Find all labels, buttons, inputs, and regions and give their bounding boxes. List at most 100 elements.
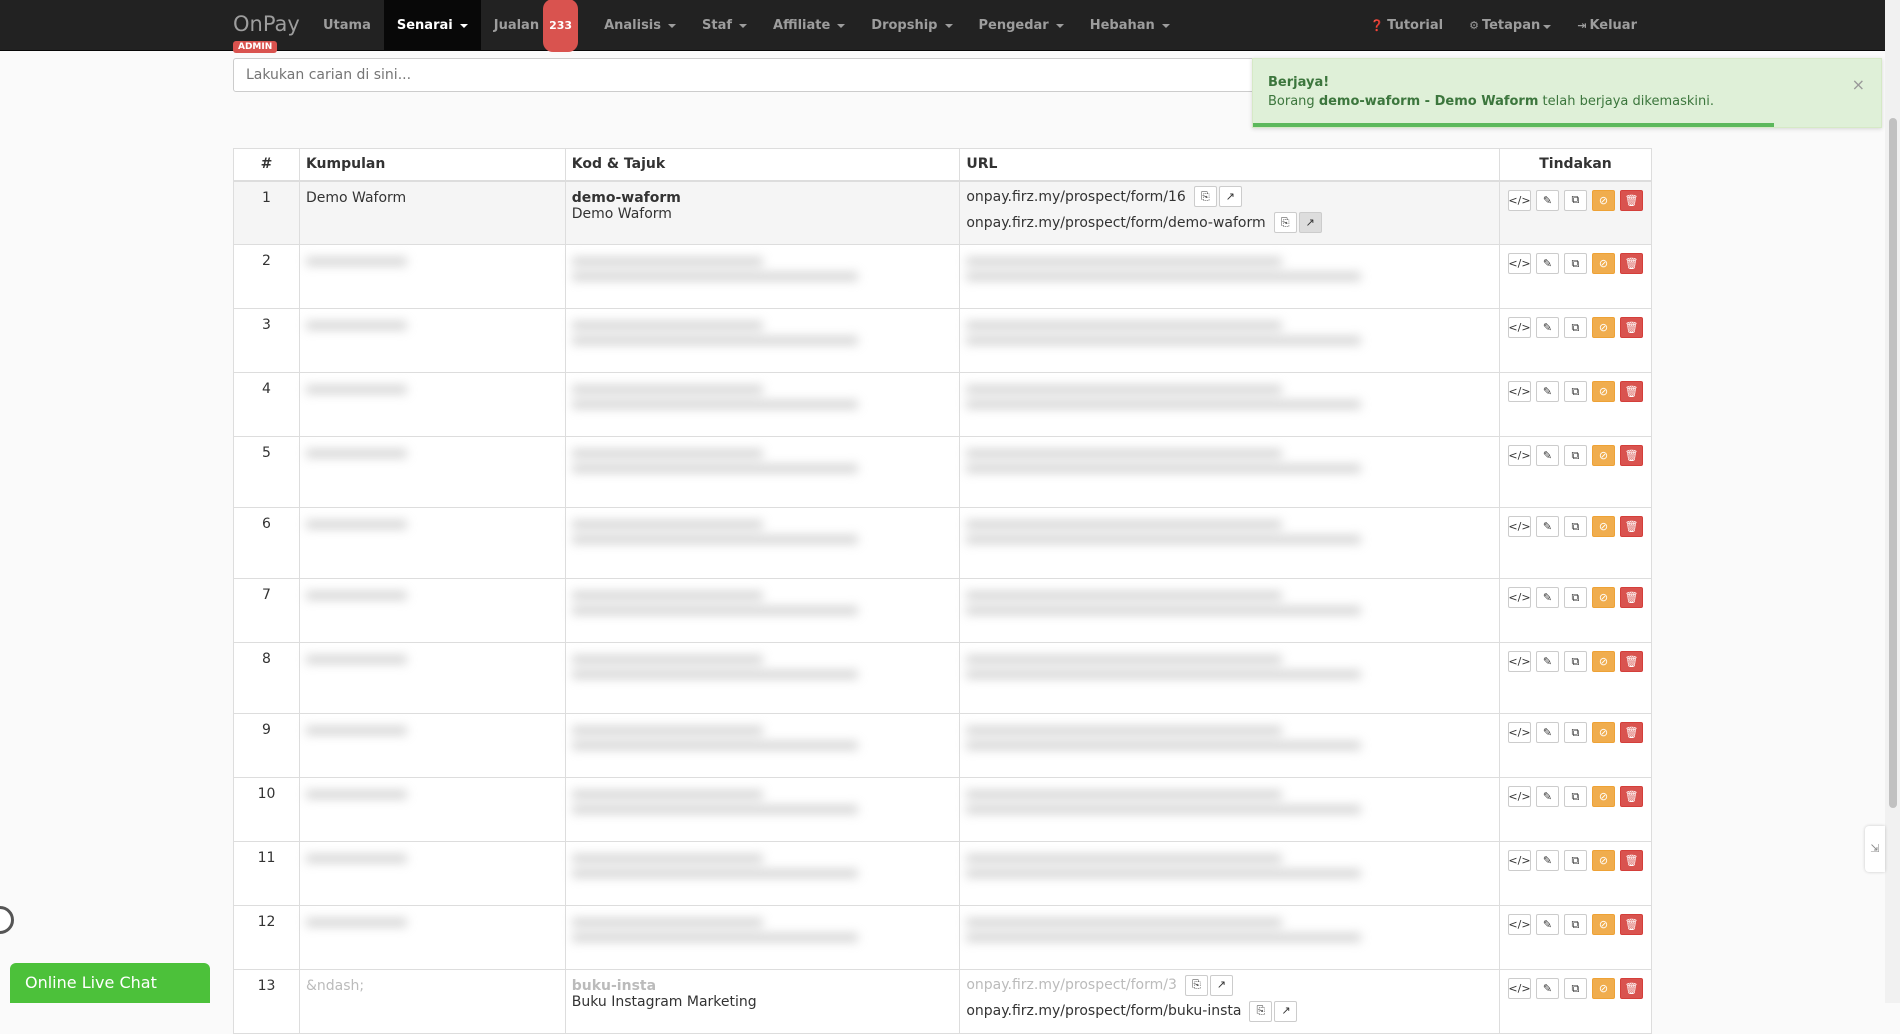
embed-code-icon[interactable]: </> <box>1507 786 1531 807</box>
trash-icon[interactable]: 🗑 <box>1619 850 1643 871</box>
brand-logo[interactable]: OnPay <box>233 12 300 36</box>
embed-code-icon[interactable]: </> <box>1507 651 1531 672</box>
side-tab-icon[interactable]: ⇲ <box>1865 826 1885 872</box>
copy-icon[interactable]: ⎘ <box>1249 1000 1273 1022</box>
edit-icon[interactable]: ✎ <box>1535 651 1559 672</box>
embed-code-icon[interactable]: </> <box>1507 587 1531 608</box>
copy-icon[interactable]: ⎘ <box>1193 186 1217 207</box>
duplicate-icon[interactable]: ⧉ <box>1563 978 1587 999</box>
edit-icon[interactable]: ✎ <box>1535 516 1559 537</box>
nav-item-utama[interactable]: Utama <box>310 0 384 51</box>
embed-code-icon[interactable]: </> <box>1507 722 1531 743</box>
form-url[interactable]: onpay.firz.my/prospect/form/demo-waform <box>966 215 1265 231</box>
nav-item-jualan[interactable]: Jualan 233 <box>481 0 591 52</box>
trash-icon[interactable]: 🗑 <box>1619 722 1643 743</box>
disable-icon[interactable]: ⊘ <box>1591 651 1615 672</box>
embed-code-icon[interactable]: </> <box>1507 850 1531 871</box>
embed-code-icon[interactable]: </> <box>1507 381 1531 402</box>
copy-icon[interactable]: ⎘ <box>1184 974 1208 996</box>
scrollbar[interactable] <box>1885 0 1900 1003</box>
disable-icon[interactable]: ⊘ <box>1591 850 1615 871</box>
disable-icon[interactable]: ⊘ <box>1591 914 1615 935</box>
nav-item-analisis[interactable]: Analisis <box>591 0 689 51</box>
duplicate-icon[interactable]: ⧉ <box>1563 786 1587 807</box>
nav-item-staf[interactable]: Staf <box>689 0 760 51</box>
embed-code-icon[interactable]: </> <box>1507 189 1531 211</box>
nav-item-tetapan[interactable]: ⚙ Tetapan <box>1456 0 1564 51</box>
duplicate-icon[interactable]: ⧉ <box>1563 651 1587 672</box>
duplicate-icon[interactable]: ⧉ <box>1563 189 1587 211</box>
form-url[interactable]: onpay.firz.my/prospect/form/buku-insta <box>966 1003 1241 1019</box>
external-link-icon[interactable]: ↗ <box>1274 1000 1298 1022</box>
redacted-content <box>571 918 954 942</box>
duplicate-icon[interactable]: ⧉ <box>1563 253 1587 274</box>
nav-item-tutorial[interactable]: ❓ Tutorial <box>1357 0 1456 51</box>
trash-icon[interactable]: 🗑 <box>1619 317 1643 338</box>
trash-icon[interactable]: 🗑 <box>1619 445 1643 466</box>
disable-icon[interactable]: ⊘ <box>1591 516 1615 537</box>
close-icon[interactable]: × <box>1852 75 1865 94</box>
trash-icon[interactable]: 🗑 <box>1619 253 1643 274</box>
disable-icon[interactable]: ⊘ <box>1591 445 1615 466</box>
nav-item-keluar[interactable]: ⇥ Keluar <box>1564 0 1650 51</box>
nav-item-dropship[interactable]: Dropship <box>858 0 965 51</box>
trash-icon[interactable]: 🗑 <box>1619 914 1643 935</box>
external-link-icon[interactable]: ↗ <box>1218 186 1242 207</box>
embed-code-icon[interactable]: </> <box>1507 978 1531 999</box>
embed-code-icon[interactable]: </> <box>1507 445 1531 466</box>
disable-icon[interactable]: ⊘ <box>1591 189 1615 211</box>
trash-icon[interactable]: 🗑 <box>1619 786 1643 807</box>
caret-down-icon <box>1161 23 1170 28</box>
copy-icon[interactable]: ⎘ <box>1273 212 1297 233</box>
duplicate-icon[interactable]: ⧉ <box>1563 850 1587 871</box>
embed-code-icon[interactable]: </> <box>1507 317 1531 338</box>
edit-icon[interactable]: ✎ <box>1535 914 1559 935</box>
duplicate-icon[interactable]: ⧉ <box>1563 516 1587 537</box>
edit-icon[interactable]: ✎ <box>1535 722 1559 743</box>
disable-icon[interactable]: ⊘ <box>1591 381 1615 402</box>
embed-code-icon[interactable]: </> <box>1507 253 1531 274</box>
nav-item-affiliate[interactable]: Affiliate <box>760 0 858 51</box>
trash-icon[interactable]: 🗑 <box>1619 516 1643 537</box>
nav-item-hebahan[interactable]: Hebahan <box>1077 0 1183 51</box>
disable-icon[interactable]: ⊘ <box>1591 253 1615 274</box>
duplicate-icon[interactable]: ⧉ <box>1563 317 1587 338</box>
disable-icon[interactable]: ⊘ <box>1591 978 1615 999</box>
row-number: 9 <box>233 713 300 778</box>
form-url[interactable]: onpay.firz.my/prospect/form/3 <box>966 977 1177 993</box>
duplicate-icon[interactable]: ⧉ <box>1563 587 1587 608</box>
form-url[interactable]: onpay.firz.my/prospect/form/16 <box>966 189 1185 205</box>
duplicate-icon[interactable]: ⧉ <box>1563 381 1587 402</box>
edit-icon[interactable]: ✎ <box>1535 189 1559 211</box>
trash-icon[interactable]: 🗑 <box>1619 381 1643 402</box>
trash-icon[interactable]: 🗑 <box>1619 189 1643 211</box>
trash-icon[interactable]: 🗑 <box>1619 651 1643 672</box>
external-link-icon[interactable]: ↗ <box>1209 974 1233 996</box>
edit-icon[interactable]: ✎ <box>1535 978 1559 999</box>
embed-code-icon[interactable]: </> <box>1507 516 1531 537</box>
duplicate-icon[interactable]: ⧉ <box>1563 914 1587 935</box>
disable-icon[interactable]: ⊘ <box>1591 722 1615 743</box>
nav-item-senarai[interactable]: Senarai <box>383 0 481 51</box>
edit-icon[interactable]: ✎ <box>1535 445 1559 466</box>
duplicate-icon[interactable]: ⧉ <box>1563 445 1587 466</box>
trash-icon[interactable]: 🗑 <box>1619 978 1643 999</box>
nav-item-pengedar[interactable]: Pengedar <box>966 0 1077 51</box>
trash-icon[interactable]: 🗑 <box>1619 587 1643 608</box>
edit-icon[interactable]: ✎ <box>1535 253 1559 274</box>
disable-icon[interactable]: ⊘ <box>1591 317 1615 338</box>
duplicate-icon[interactable]: ⧉ <box>1563 722 1587 743</box>
edit-icon[interactable]: ✎ <box>1535 381 1559 402</box>
scrollbar-thumb[interactable] <box>1889 118 1897 808</box>
live-chat-button[interactable]: Online Live Chat <box>10 963 210 1003</box>
edit-icon[interactable]: ✎ <box>1535 317 1559 338</box>
widget-circle-icon[interactable] <box>0 906 14 934</box>
disable-icon[interactable]: ⊘ <box>1591 786 1615 807</box>
external-link-icon[interactable]: ↗ <box>1298 212 1322 233</box>
disable-icon[interactable]: ⊘ <box>1591 587 1615 608</box>
row-number: 4 <box>233 372 300 437</box>
edit-icon[interactable]: ✎ <box>1535 850 1559 871</box>
edit-icon[interactable]: ✎ <box>1535 587 1559 608</box>
edit-icon[interactable]: ✎ <box>1535 786 1559 807</box>
embed-code-icon[interactable]: </> <box>1507 914 1531 935</box>
